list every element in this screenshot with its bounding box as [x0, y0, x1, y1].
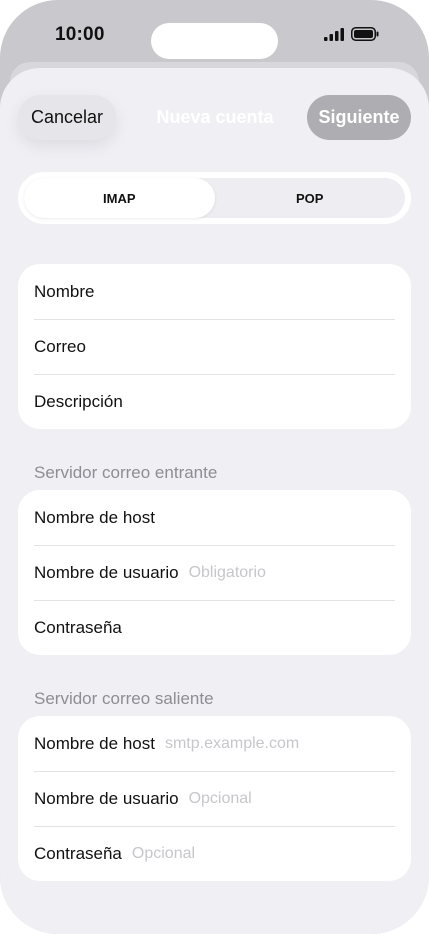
outgoing-password-label: Contraseña [34, 843, 122, 863]
email-field[interactable]: Correo [18, 319, 411, 374]
name-field[interactable]: Nombre [18, 264, 411, 319]
outgoing-password-field[interactable]: Contraseña Opcional [18, 826, 411, 881]
incoming-password-field[interactable]: Contraseña [18, 600, 411, 655]
status-icons [324, 27, 379, 41]
segment-pop[interactable]: POP [215, 178, 406, 218]
status-time: 10:00 [55, 24, 105, 45]
page-title: Nueva cuenta [156, 107, 274, 127]
incoming-server-group: Nombre de host Nombre de usuario Obligat… [18, 490, 411, 655]
outgoing-server-header: Servidor correo saliente [34, 689, 214, 708]
incoming-hostname-label: Nombre de host [34, 507, 155, 527]
status-bar: 10:00 [0, 0, 429, 70]
battery-icon [351, 27, 379, 41]
dynamic-island [151, 23, 278, 59]
incoming-username-label: Nombre de usuario [34, 562, 179, 582]
outgoing-password-placeholder: Opcional [131, 844, 196, 862]
outgoing-username-field[interactable]: Nombre de usuario Opcional [18, 771, 411, 826]
next-button[interactable]: Siguiente [307, 95, 411, 140]
segment-imap[interactable]: IMAP [24, 178, 215, 218]
outgoing-username-placeholder: Opcional [188, 789, 252, 807]
description-label: Descripción [34, 391, 123, 411]
outgoing-hostname-placeholder: smtp.example.com [164, 734, 300, 752]
outgoing-hostname-field[interactable]: Nombre de host smtp.example.com [18, 716, 411, 771]
name-label: Nombre [34, 281, 95, 301]
protocol-segmented-control: IMAP POP [18, 172, 411, 224]
segmented-track: IMAP POP [24, 178, 405, 218]
description-field[interactable]: Descripción [18, 374, 411, 429]
navigation-bar: Cancelar Nueva cuenta Siguiente [0, 95, 429, 141]
incoming-server-header: Servidor correo entrante [34, 463, 218, 482]
incoming-hostname-field[interactable]: Nombre de host [18, 490, 411, 545]
cancel-button[interactable]: Cancelar [18, 95, 116, 140]
incoming-password-label: Contraseña [34, 617, 122, 637]
incoming-username-placeholder: Obligatorio [188, 563, 266, 581]
outgoing-username-label: Nombre de usuario [34, 788, 179, 808]
outgoing-server-group: Nombre de host smtp.example.com Nombre d… [18, 716, 411, 881]
email-label: Correo [34, 336, 86, 356]
account-info-group: Nombre Correo Descripción [18, 264, 411, 429]
outgoing-hostname-label: Nombre de host [34, 733, 155, 753]
cellular-signal-icon [324, 27, 344, 41]
incoming-username-field[interactable]: Nombre de usuario Obligatorio [18, 545, 411, 600]
device-frame: 10:00 Cancelar Nueva cuenta Siguiente IM… [0, 0, 429, 934]
